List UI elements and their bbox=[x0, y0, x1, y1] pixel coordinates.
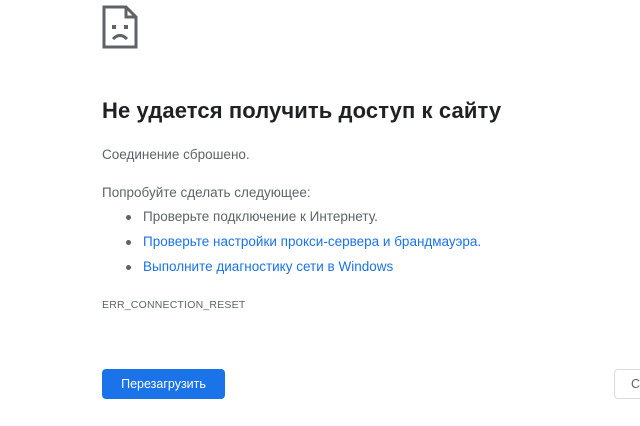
suggestion-proxy-firewall: Проверьте настройки прокси-сервера и бра… bbox=[102, 233, 481, 258]
page-title: Не удается получить доступ к сайту bbox=[102, 98, 502, 123]
reload-button[interactable]: Перезагрузить bbox=[102, 369, 225, 399]
network-diagnostics-link[interactable]: Выполните диагностику сети в Windows bbox=[143, 259, 393, 274]
bullet-icon bbox=[126, 265, 131, 270]
error-code: ERR_CONNECTION_RESET bbox=[102, 299, 246, 311]
suggestion-text: Проверьте подключение к Интернету. bbox=[143, 209, 378, 224]
suggestion-network-diagnostics: Выполните диагностику сети в Windows bbox=[102, 258, 481, 283]
suggestions-heading: Попробуйте сделать следующее: bbox=[102, 185, 311, 200]
error-page: Не удается получить доступ к сайту Соеди… bbox=[0, 0, 640, 426]
bullet-icon bbox=[126, 240, 131, 245]
details-button[interactable]: С bbox=[614, 369, 640, 399]
proxy-firewall-link[interactable]: Проверьте настройки прокси-сервера и бра… bbox=[143, 234, 481, 249]
suggestions-list: Проверьте подключение к Интернету. Прове… bbox=[102, 208, 481, 283]
bullet-icon bbox=[126, 215, 131, 220]
sad-page-icon bbox=[102, 5, 138, 49]
error-description: Соединение сброшено. bbox=[102, 147, 250, 162]
suggestion-check-connection: Проверьте подключение к Интернету. bbox=[102, 208, 481, 233]
